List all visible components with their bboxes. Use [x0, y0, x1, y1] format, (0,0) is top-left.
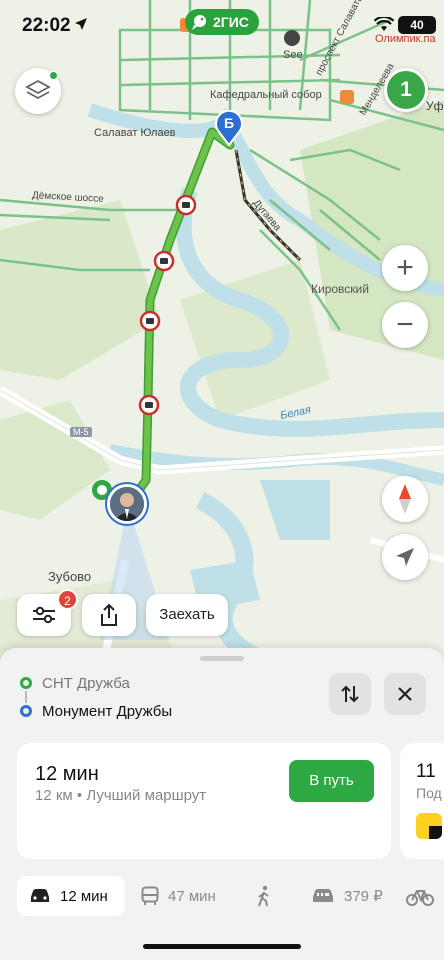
- close-route-button[interactable]: [384, 673, 426, 715]
- location-arrow-icon: [75, 18, 87, 30]
- route-connector: [25, 691, 27, 703]
- map-label-cathedral: Кафедральный собор: [210, 89, 322, 101]
- share-icon: [101, 603, 117, 626]
- settings-count-badge: 2: [57, 589, 78, 610]
- mode-bus[interactable]: 47 мин: [141, 876, 216, 916]
- sliders-icon: [33, 606, 55, 624]
- route-summary: 12 км • Лучший маршрут: [35, 787, 207, 804]
- mode-taxi-label: 379 ₽: [344, 888, 383, 905]
- route-destination[interactable]: Монумент Дружбы: [20, 703, 172, 720]
- home-indicator: [143, 944, 301, 949]
- car-icon: [31, 889, 49, 902]
- route-origin[interactable]: СНТ Дружба: [20, 675, 130, 692]
- route-duration: 12 мин: [35, 763, 99, 785]
- mode-taxi[interactable]: 379 ₽: [311, 876, 383, 916]
- walk-icon: [258, 885, 269, 907]
- navigation-arrow-icon: [396, 548, 414, 566]
- navigator-screen: Кафедральный собор Салават Юлаев See Дём…: [0, 0, 444, 960]
- map-label-edge: Уф: [426, 99, 444, 113]
- map-label-highway: М-5: [70, 427, 92, 437]
- taxi-icon: [313, 889, 333, 902]
- route-duration-secondary: 11: [416, 761, 436, 782]
- layers-icon: [25, 79, 51, 100]
- status-time: 22:02: [22, 15, 71, 36]
- zoom-out-button[interactable]: −: [382, 302, 428, 348]
- add-stop-button[interactable]: Заехать: [146, 594, 228, 636]
- layers-active-dot: [49, 71, 58, 80]
- start-navigation-button[interactable]: В путь: [289, 760, 374, 802]
- brand-bird-icon: [192, 15, 206, 30]
- route-origin-label: СНТ Дружба: [42, 675, 130, 692]
- zoom-in-button[interactable]: +: [382, 245, 428, 291]
- mode-walk[interactable]: [257, 876, 280, 916]
- mode-car-label: 12 мин: [60, 887, 108, 905]
- route-summary-secondary: Под: [416, 785, 442, 801]
- taxi-brand-icon: [416, 813, 442, 839]
- sheet-drag-handle[interactable]: [200, 656, 244, 661]
- mode-car[interactable]: 12 мин: [17, 876, 125, 916]
- layers-button[interactable]: [15, 68, 61, 114]
- user-avatar[interactable]: [107, 484, 147, 524]
- compass-icon: [399, 484, 411, 514]
- route-destination-label: Монумент Дружбы: [42, 703, 173, 720]
- map-label-district: Кировский: [311, 282, 369, 296]
- brand-badge: 2ГИС: [185, 9, 259, 35]
- mode-bike[interactable]: [406, 876, 443, 916]
- origin-dot-icon: [20, 677, 32, 689]
- map-label-top-right: Олимпик.па: [375, 33, 436, 45]
- map-label-town: Зубово: [48, 569, 92, 584]
- battery-indicator: 40: [398, 16, 436, 34]
- route-sheet: СНТ Дружба Монумент Дружбы 12 мин 12 км …: [0, 648, 444, 960]
- bike-icon: [406, 890, 434, 906]
- wifi-icon: [374, 17, 394, 31]
- route-option-card[interactable]: 12 мин 12 км • Лучший маршрут В путь: [17, 743, 391, 859]
- destination-marker-letter: Б: [223, 115, 235, 131]
- compass-button[interactable]: [382, 476, 428, 522]
- destination-marker[interactable]: Б: [214, 109, 244, 147]
- bus-icon: [141, 886, 159, 905]
- swap-arrows-icon: [341, 685, 359, 703]
- transport-mode-bar: 12 мин 47 мин 379 ₽: [0, 876, 444, 916]
- destination-dot-icon: [20, 705, 32, 717]
- share-button[interactable]: [82, 594, 136, 636]
- map-label-monument: Салават Юлаев: [94, 127, 176, 139]
- brand-name: 2ГИС: [213, 14, 249, 30]
- close-icon: [398, 687, 412, 701]
- traffic-level-button[interactable]: 1: [384, 68, 428, 112]
- mode-bus-label: 47 мин: [168, 887, 216, 905]
- route-option-card-secondary[interactable]: 11 Под: [400, 743, 444, 859]
- swap-points-button[interactable]: [329, 673, 371, 715]
- my-location-button[interactable]: [382, 534, 428, 580]
